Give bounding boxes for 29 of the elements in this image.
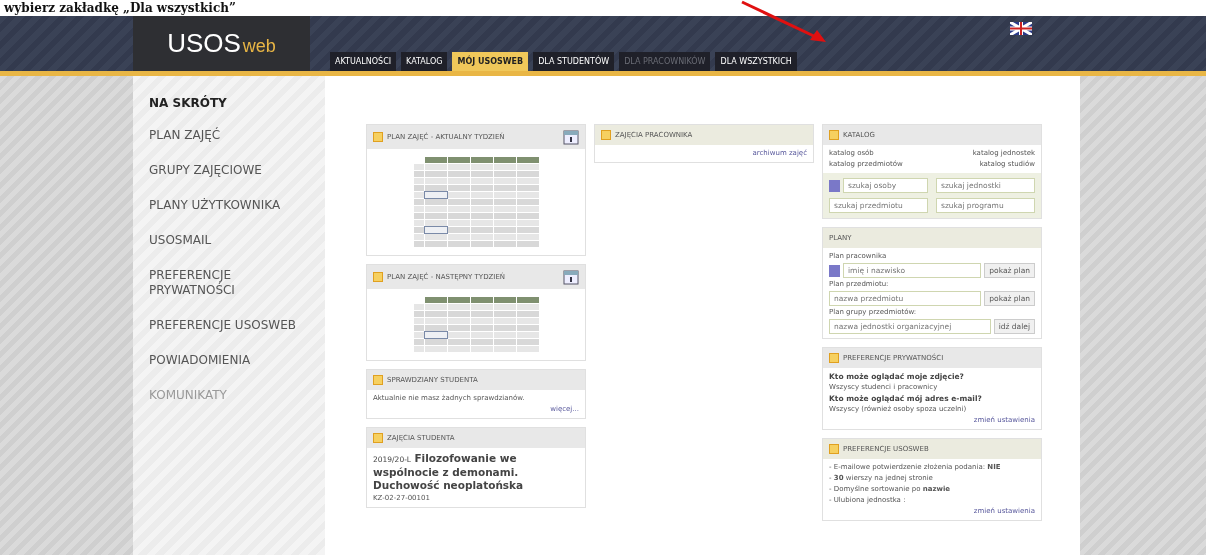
- sidebar-item[interactable]: POWIADOMIENIA: [149, 353, 299, 368]
- sidebar-title: NA SKRÓTY: [149, 96, 228, 110]
- expand-icon[interactable]: [373, 132, 383, 142]
- info-icon[interactable]: [829, 179, 840, 192]
- sidebar-item[interactable]: GRUPY ZAJĘCIOWE: [149, 163, 299, 178]
- nav-tab[interactable]: AKTUALNOŚCI: [330, 52, 397, 71]
- nav-tab[interactable]: MÓJ USOSWEB: [452, 52, 529, 71]
- flag-icon[interactable]: [1010, 22, 1032, 35]
- expand-icon[interactable]: [829, 353, 839, 363]
- calendar-icon[interactable]: [563, 129, 579, 145]
- annotation-caption: wybierz zakładkę „Dla wszystkich”: [4, 1, 236, 15]
- info-icon[interactable]: [829, 264, 840, 277]
- nav-tab[interactable]: DLA WSZYSTKICH: [715, 52, 797, 71]
- expand-icon[interactable]: [373, 375, 383, 385]
- expand-icon[interactable]: [829, 444, 839, 454]
- nav-tab[interactable]: DLA STUDENTÓW: [533, 52, 615, 71]
- sidebar-item[interactable]: USOSMAIL: [149, 233, 299, 248]
- sidebar-item[interactable]: PREFERENCJE PRYWATNOŚCI: [149, 268, 299, 298]
- nav-tab[interactable]: KATALOG: [401, 52, 448, 71]
- sidebar-item[interactable]: PLANY UŻYTKOWNIKA: [149, 198, 299, 213]
- expand-icon[interactable]: [601, 130, 611, 140]
- sidebar-item[interactable]: PLAN ZAJĘĆ: [149, 128, 299, 143]
- expand-icon[interactable]: [829, 130, 839, 140]
- logo[interactable]: USOSweb: [167, 28, 276, 59]
- expand-icon[interactable]: [373, 272, 383, 282]
- logo-panel[interactable]: USOSweb: [133, 16, 310, 71]
- expand-icon[interactable]: [373, 433, 383, 443]
- calendar-icon[interactable]: [563, 269, 579, 285]
- sidebar-item[interactable]: PREFERENCJE USOSWEB: [149, 318, 299, 333]
